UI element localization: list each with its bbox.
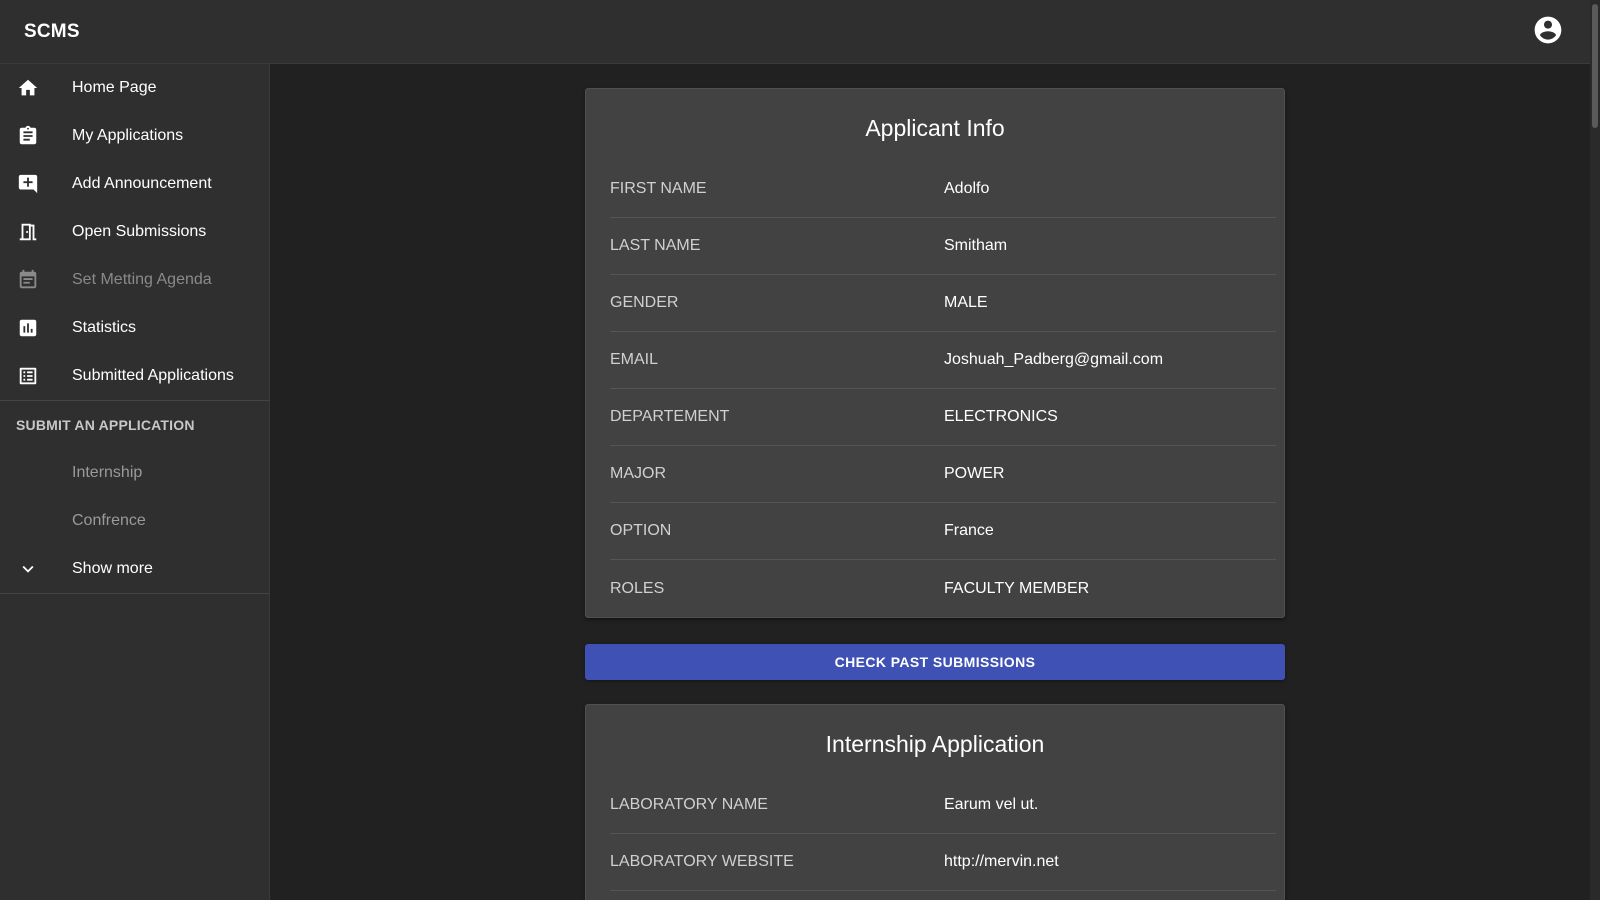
sidebar-item-label: Submitted Applications xyxy=(72,367,234,384)
clipboard-icon xyxy=(16,124,40,148)
info-row: EMAIL Joshuah_Padberg@gmail.com xyxy=(610,332,1276,389)
sidebar-item-set-meeting-agenda[interactable]: Set Metting Agenda xyxy=(0,256,269,304)
field-value: ELECTRONICS xyxy=(944,408,1058,425)
check-past-submissions-button[interactable]: CHECK PAST SUBMISSIONS xyxy=(585,644,1285,680)
info-row: LABORATORY WEBSITE http://mervin.net xyxy=(610,834,1276,891)
field-label: GENDER xyxy=(610,294,679,311)
field-label: EMAIL xyxy=(610,351,659,368)
info-row: DEPARTEMENT ELECTRONICS xyxy=(610,389,1276,446)
internship-application-card: Internship Application LABORATORY NAME E… xyxy=(585,704,1285,900)
sidebar-item-add-announcement[interactable]: Add Announcement xyxy=(0,160,269,208)
home-icon xyxy=(16,76,40,100)
sidebar-item-label: Add Announcement xyxy=(72,175,212,192)
main-content: Applicant Info FIRST NAME Adolfo LAST NA… xyxy=(270,64,1600,900)
add-comment-icon xyxy=(16,172,40,196)
field-label: LAST NAME xyxy=(610,237,701,254)
sidebar-item-conference[interactable]: Confrence xyxy=(0,497,269,545)
info-row: ROLES FACULTY MEMBER xyxy=(610,560,1276,617)
field-value: Adolfo xyxy=(944,180,990,197)
field-label: DEPARTEMENT xyxy=(610,408,730,425)
field-label: OPTION xyxy=(610,522,672,539)
field-value: Smitham xyxy=(944,237,1008,254)
field-value: Joshuah_Padberg@gmail.com xyxy=(944,351,1164,368)
account-circle-icon xyxy=(1532,14,1564,51)
sidebar-item-internship[interactable]: Internship xyxy=(0,449,269,497)
list-alt-icon xyxy=(16,364,40,388)
applicant-info-card: Applicant Info FIRST NAME Adolfo LAST NA… xyxy=(585,88,1285,618)
sidebar-item-home[interactable]: Home Page xyxy=(0,64,269,112)
info-row: FIRST NAME Adolfo xyxy=(610,161,1276,218)
sidebar-item-label: Set Metting Agenda xyxy=(72,271,212,288)
account-button[interactable] xyxy=(1532,16,1564,48)
field-value: http://mervin.net xyxy=(944,853,1059,870)
field-label: LABORATORY WEBSITE xyxy=(610,853,794,870)
sidebar-item-label: Home Page xyxy=(72,79,157,96)
card-title: Internship Application xyxy=(825,731,1045,757)
info-row: MAJOR POWER xyxy=(610,446,1276,503)
app-bar: SCMS xyxy=(0,0,1600,64)
info-row: GENDER MALE xyxy=(610,275,1276,332)
field-value: MALE xyxy=(944,294,988,311)
field-label: MAJOR xyxy=(610,465,666,482)
info-row: LAST NAME Smitham xyxy=(610,218,1276,275)
sidebar-item-label: My Applications xyxy=(72,127,184,144)
door-open-icon xyxy=(16,220,40,244)
sidebar: Home Page My Applications Add Announceme… xyxy=(0,64,270,900)
sidebar-item-open-submissions[interactable]: Open Submissions xyxy=(0,208,269,256)
field-value: France xyxy=(944,522,994,539)
card-title: Applicant Info xyxy=(865,115,1005,141)
field-value: POWER xyxy=(944,465,1005,482)
bar-chart-icon xyxy=(16,316,40,340)
sidebar-item-label: Open Submissions xyxy=(72,223,207,240)
submit-section-heading: SUBMIT AN APPLICATION xyxy=(16,417,195,433)
sidebar-item-my-applications[interactable]: My Applications xyxy=(0,112,269,160)
show-more-label: Show more xyxy=(72,560,153,577)
sidebar-item-statistics[interactable]: Statistics xyxy=(0,304,269,352)
sidebar-item-label: Internship xyxy=(72,464,143,481)
app-title: SCMS xyxy=(24,20,80,42)
field-value: Earum vel ut. xyxy=(944,796,1039,813)
chevron-down-icon xyxy=(16,557,40,581)
info-row: OPTION France xyxy=(610,503,1276,560)
field-label: ROLES xyxy=(610,579,665,597)
sidebar-item-label: Confrence xyxy=(72,512,146,529)
show-more-button[interactable]: Show more xyxy=(0,545,269,593)
sidebar-divider xyxy=(0,593,269,594)
field-label: FIRST NAME xyxy=(610,180,707,197)
scrollbar-thumb[interactable] xyxy=(1592,4,1598,128)
sidebar-item-submitted-applications[interactable]: Submitted Applications xyxy=(0,352,269,400)
sidebar-item-label: Statistics xyxy=(72,319,137,336)
nav-list: Home Page My Applications Add Announceme… xyxy=(0,64,269,400)
field-value: FACULTY MEMBER xyxy=(944,579,1090,597)
field-label: LABORATORY NAME xyxy=(610,796,768,813)
info-row: LABORATORY NAME Earum vel ut. xyxy=(610,777,1276,834)
calendar-icon xyxy=(16,268,40,292)
page-scrollbar[interactable] xyxy=(1590,0,1600,900)
